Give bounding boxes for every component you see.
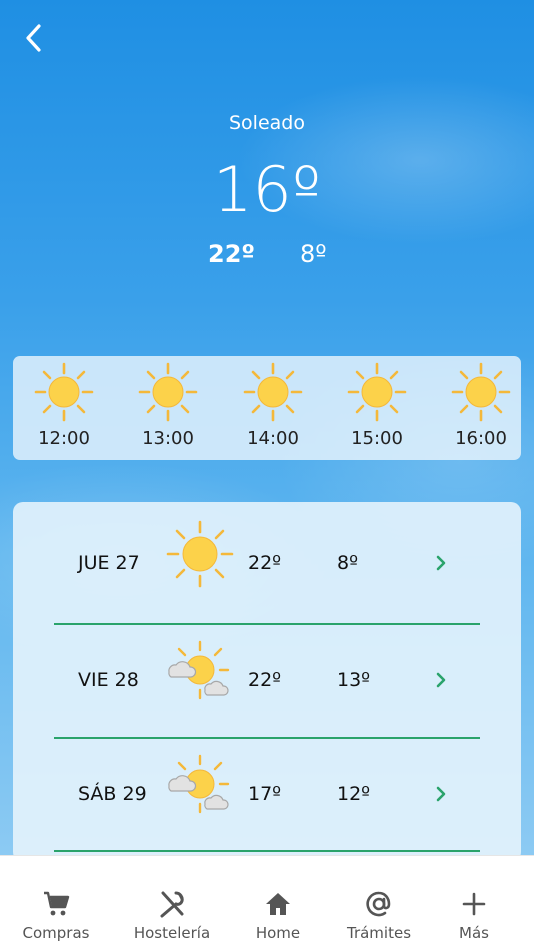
day-name: SÁB 29 — [78, 783, 147, 805]
day-max: 22º — [248, 669, 282, 691]
partly-cloudy-icon — [168, 640, 230, 700]
home-icon — [266, 893, 290, 915]
tab-label: Home — [255, 924, 301, 942]
day-name: VIE 28 — [78, 669, 139, 691]
daily-forecast: JUE 27 22º 8º VIE 28 22º 13º SÁB 29 17º … — [13, 502, 521, 862]
sun-icon — [243, 362, 303, 422]
chevron-right-icon[interactable] — [433, 554, 449, 572]
hourly-item: 13:00 — [123, 356, 213, 460]
sun-icon — [451, 362, 511, 422]
day-row[interactable]: JUE 27 22º 8º — [13, 514, 521, 614]
day-min: 12º — [337, 783, 371, 805]
day-max: 17º — [248, 783, 282, 805]
sun-icon — [34, 362, 94, 422]
cart-icon — [44, 891, 70, 916]
back-button[interactable] — [20, 22, 50, 54]
row-divider — [54, 737, 480, 739]
tab-label: Compras — [22, 924, 90, 942]
current-temperature: 16º — [212, 153, 322, 226]
sun-icon — [166, 520, 234, 588]
row-divider — [54, 623, 480, 625]
hourly-item: 16:00 — [436, 356, 526, 460]
bottom-tab-bar: Compras Hostelería Home Trámites Más — [0, 855, 534, 951]
hourly-item: 14:00 — [228, 356, 318, 460]
utensils-icon — [160, 891, 184, 918]
tab-tramites[interactable]: Trámites — [326, 856, 432, 951]
sun-icon — [138, 362, 198, 422]
hour-label: 16:00 — [455, 428, 507, 449]
row-divider — [54, 850, 480, 852]
chevron-left-icon — [26, 24, 41, 52]
day-row[interactable]: VIE 28 22º 13º — [13, 632, 521, 732]
tab-home[interactable]: Home — [225, 856, 331, 951]
hourly-forecast: 12:00 13:00 14:00 15:00 16:00 — [13, 356, 521, 460]
sun-icon — [347, 362, 407, 422]
hourly-item: 15:00 — [332, 356, 422, 460]
tab-label: Trámites — [346, 924, 412, 942]
weather-condition: Soleado — [229, 112, 305, 134]
tab-hosteleria[interactable]: Hostelería — [119, 856, 225, 951]
tab-mas[interactable]: Más — [421, 856, 527, 951]
min-temperature: 8º — [300, 240, 327, 268]
hourly-item: 12:00 — [19, 356, 109, 460]
day-min: 13º — [337, 669, 371, 691]
tab-label: Hostelería — [133, 924, 211, 942]
day-row[interactable]: SÁB 29 17º 12º — [13, 746, 521, 846]
day-min: 8º — [337, 552, 359, 574]
hour-label: 14:00 — [247, 428, 299, 449]
day-name: JUE 27 — [78, 552, 140, 574]
plus-icon — [462, 892, 486, 916]
day-max: 22º — [248, 552, 282, 574]
hour-label: 13:00 — [142, 428, 194, 449]
at-icon — [366, 891, 391, 917]
hour-label: 15:00 — [351, 428, 403, 449]
partly-cloudy-icon — [168, 754, 230, 814]
tab-compras[interactable]: Compras — [3, 856, 109, 951]
chevron-right-icon[interactable] — [433, 785, 449, 803]
chevron-right-icon[interactable] — [433, 671, 449, 689]
hour-label: 12:00 — [38, 428, 90, 449]
max-temperature: 22º — [208, 240, 255, 268]
tab-label: Más — [459, 924, 489, 942]
